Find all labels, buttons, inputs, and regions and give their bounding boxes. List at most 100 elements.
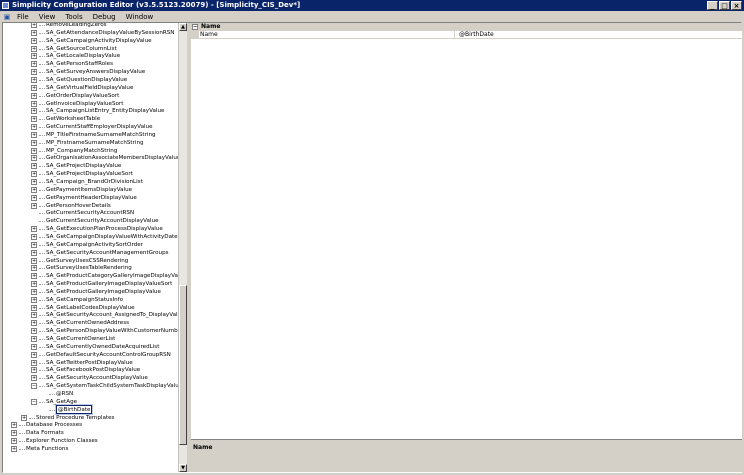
expand-icon[interactable]: + [31,139,37,146]
tree-item-label[interactable]: @BirthDate [54,403,94,415]
tree-item-label[interactable]: GetPersonHoverDetails [46,202,111,210]
expand-icon[interactable]: + [31,281,37,288]
tree-item-label[interactable]: GetDefaultSecurityAccountControlGroupRSN [46,351,171,359]
tree-item-label[interactable]: GetInvoiceDisplayValueSort [46,100,123,108]
tree-item-label[interactable]: GetOrderDisplayValueSort [46,92,119,100]
scroll-up-button[interactable]: ▲ [179,23,187,31]
collapse-toggle[interactable]: − [192,24,198,30]
expand-icon[interactable]: + [31,336,37,342]
maximize-button[interactable]: □ [719,1,730,10]
tree-item-label[interactable]: @RSN [56,390,73,398]
expand-icon[interactable]: + [31,296,37,303]
tree-item-label[interactable]: Database Processes [26,421,82,429]
expand-icon[interactable]: + [31,351,37,358]
expand-icon[interactable]: + [31,241,37,248]
tree-item-label[interactable]: RemoveLeadingZeros [46,23,107,29]
tree-item-label[interactable]: GetCurrentStaffEmployerDisplayValue [46,123,153,131]
tree-item-label[interactable]: SA_GetProductGalleryImageDisplayValue [46,288,161,296]
expand-icon[interactable]: + [31,186,37,193]
collapse-icon[interactable]: − [31,383,37,390]
expand-icon[interactable]: + [31,343,37,350]
expand-icon[interactable]: + [31,29,37,36]
expand-icon[interactable]: + [31,100,37,107]
expand-icon[interactable]: + [31,226,37,233]
tree-item-label[interactable]: SA_GetCampaignActivitySortOrder [46,241,143,249]
tree-item-label[interactable]: SA_GetProductCategoryGalleryImageDisplay… [46,272,187,280]
title-bar[interactable]: Simplicity Configuration Editor (v3.5.51… [0,0,744,11]
tree-item-label[interactable]: GetSurveyUsesTableRendering [46,264,132,272]
expand-icon[interactable]: + [31,312,37,319]
close-button[interactable]: × [731,1,742,10]
tree-item-label[interactable]: GetCurrentSecurityAccountDisplayValue [46,217,159,225]
expand-icon[interactable]: + [11,445,17,452]
expand-icon[interactable]: + [31,92,37,99]
expand-icon[interactable]: + [31,131,37,138]
expand-icon[interactable]: + [31,116,37,123]
tree-item-label[interactable]: MP_CompanyMatchString [46,147,117,155]
tree-item-label[interactable]: SA_GetPersonStaffRoles [46,60,113,68]
tree-item-label[interactable]: SA_GetProjectDisplayValueSort [46,170,133,178]
expand-icon[interactable]: + [31,304,37,311]
property-value[interactable]: @BirthDate [457,31,737,39]
tree-item-label[interactable]: GetCurrentSecurityAccountRSN [46,209,134,217]
expand-icon[interactable]: + [31,147,37,154]
scroll-thumb[interactable] [179,285,187,445]
tree-item-label[interactable]: GetSurveyUsesCSSRendering [46,257,128,265]
tree-item-label[interactable]: SA_GetVirtualFieldDisplayValue [46,84,133,92]
expand-icon[interactable]: + [31,53,37,60]
menu-debug[interactable]: Debug [88,13,121,21]
tree-item-label[interactable]: SA_GetQuestionDisplayValue [46,76,127,84]
tree-item-label[interactable]: SA_GetCurrentOwnerList [46,335,115,343]
tree-item-label[interactable]: GetPaymentHeaderDisplayValue [46,194,137,202]
expand-icon[interactable]: + [31,288,37,295]
tree-item-label[interactable]: SA_GetSourceColumnList [46,45,117,53]
tree-item-label[interactable]: SA_GetAge [46,398,77,406]
tree-item-label[interactable]: SA_GetSecurityAccountManagementGroups [46,249,169,257]
expand-icon[interactable]: + [31,233,37,240]
expand-icon[interactable]: + [31,61,37,68]
expand-icon[interactable]: + [31,23,37,28]
expand-icon[interactable]: + [31,76,37,83]
tree-item-label[interactable]: SA_GetPersonDisplayValueWithCustomerNumb… [46,327,183,335]
tree-item-label[interactable]: SA_GetLocaleDisplayValue [46,52,120,60]
tree-item-label[interactable]: SA_GetCampaignActivityDisplayValue [46,37,152,45]
tree-item-label[interactable]: SA_GetCurrentlyOwnedDateAcquiredList [46,343,159,351]
expand-icon[interactable]: + [31,37,37,44]
collapse-icon[interactable]: − [31,398,37,405]
tree-item-label[interactable]: MP_TitleFirstnameSurnameMatchString [46,131,156,139]
tree-item-label[interactable]: SA_GetLabelCodesDisplayValue [46,304,135,312]
tree-item-label[interactable]: Stored Procedure Templates [36,414,114,422]
expand-icon[interactable]: + [31,108,37,115]
expand-icon[interactable]: + [31,69,37,76]
expand-icon[interactable]: + [11,422,17,429]
expand-icon[interactable]: + [11,438,17,445]
expand-icon[interactable]: + [31,45,37,52]
expand-icon[interactable]: + [11,430,17,437]
expand-icon[interactable]: + [31,194,37,201]
document-icon[interactable]: ▣ [2,12,12,21]
tree-item-label[interactable]: SA_GetProductGalleryImageDisplayValueSor… [46,280,172,288]
tree-item-label[interactable]: SA_GetTwitterPostDisplayValue [46,359,133,367]
tree-item-label[interactable]: SA_CampaignListEntry_EntityDisplayValue [46,107,164,115]
tree-view[interactable]: + Meta Functions + Explorer Function Classe… [3,23,187,472]
expand-icon[interactable]: + [31,124,37,131]
expand-icon[interactable]: + [31,249,37,256]
tree-item-label[interactable]: SA_GetCurrentOwnedAddress [46,319,129,327]
tree-item-label[interactable]: SA_GetSecurityAccountDisplayValue [46,374,148,382]
tree-item-label[interactable]: SA_GetAttendanceDisplayValueBySessionRSN [46,29,174,37]
tree-scrollbar[interactable]: ▲ ▼ [178,23,187,472]
expand-icon[interactable]: + [31,320,37,327]
tree-item-label[interactable]: SA_GetSystemTaskChildSystemTaskDisplayVa… [46,382,182,390]
tree-item-label[interactable]: GetOrganisationAssociateMembersDisplayVa… [46,154,180,162]
expand-icon[interactable]: + [31,171,37,178]
expand-icon[interactable]: + [31,265,37,272]
menu-window[interactable]: Window [121,13,159,21]
tree-item-label[interactable]: Data Formats [26,429,64,437]
expand-icon[interactable]: + [31,163,37,170]
tree-item-label[interactable]: SA_GetFacebookPostDisplayValue [46,366,140,374]
tree-item-label[interactable]: SA_Campaign_BrandOrDivisionList [46,178,143,186]
expand-icon[interactable]: + [31,273,37,280]
tree-item-label[interactable]: MP_FirstnameSurnameMatchString [46,139,144,147]
minimize-button[interactable]: _ [707,1,718,10]
expand-icon[interactable]: + [21,414,27,421]
